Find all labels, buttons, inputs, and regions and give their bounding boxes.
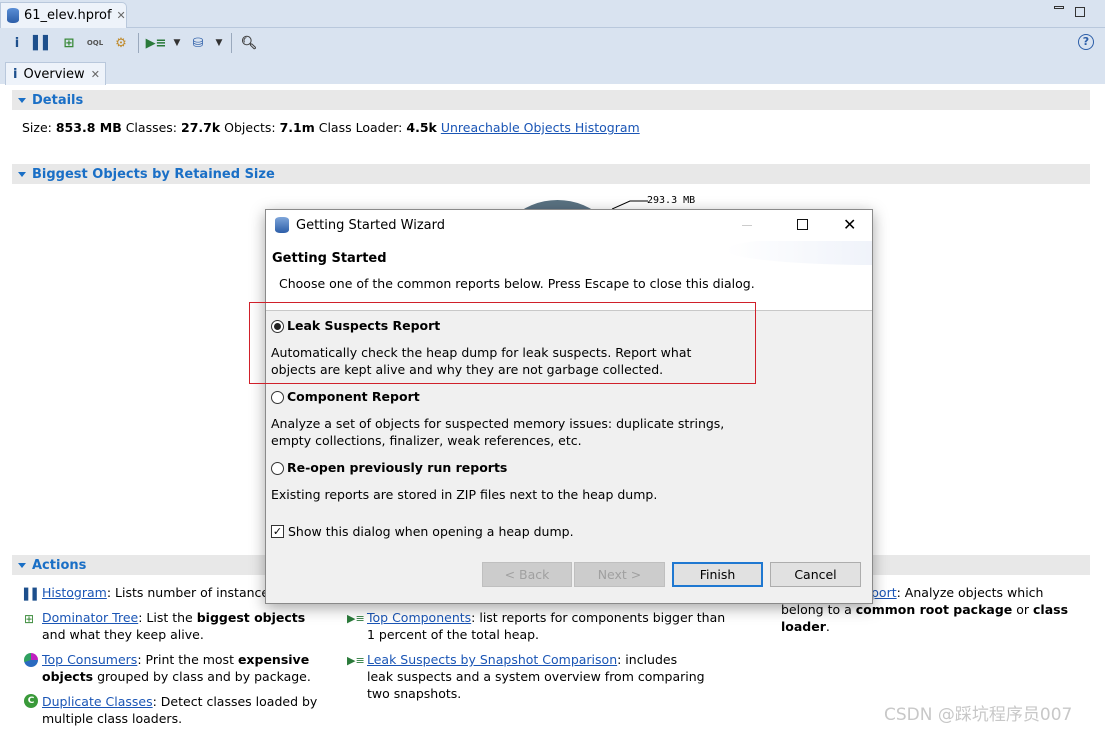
next-button[interactable]: Next > xyxy=(574,562,665,587)
histogram-icon[interactable]: ▌▌ xyxy=(33,34,53,52)
dropdown-icon[interactable]: ▼ xyxy=(215,34,223,52)
duplicate-classes-link[interactable]: Duplicate Classes xyxy=(42,694,153,709)
heap-dump-database-icon xyxy=(7,8,19,23)
component-report-radio[interactable] xyxy=(271,391,284,404)
histogram-icon: ▌▌ xyxy=(24,588,41,601)
histogram-link[interactable]: Histogram xyxy=(42,585,107,600)
section-title: Biggest Objects by Retained Size xyxy=(32,166,275,182)
view-tab-bar xyxy=(0,58,1105,84)
maximize-icon[interactable] xyxy=(797,219,808,230)
dialog-subtitle: Choose one of the common reports below. … xyxy=(279,276,755,291)
biggest-objects-section-header[interactable]: Biggest Objects by Retained Size xyxy=(12,164,1090,184)
close-icon[interactable]: ✕ xyxy=(117,9,126,22)
option-label[interactable]: Component Report xyxy=(287,389,420,404)
close-icon[interactable]: ✕ xyxy=(843,215,856,234)
editor-tab-hprof[interactable]: 61_elev.hprof ✕ xyxy=(0,2,127,28)
snapshot-comparison-link[interactable]: Leak Suspects by Snapshot Comparison xyxy=(367,652,617,667)
action-text: : Lists number of instances p xyxy=(106,585,288,600)
collapse-icon xyxy=(18,97,26,103)
checkbox-label[interactable]: Show this dialog when opening a heap dum… xyxy=(288,524,574,539)
dominator-tree-icon: ⊞ xyxy=(24,612,35,626)
action-duplicate-classes: C Duplicate Classes: Detect classes load… xyxy=(24,693,324,727)
finish-button[interactable]: Finish xyxy=(672,562,763,587)
watermark: CSDN @踩坑程序员007 xyxy=(884,705,1073,725)
collapse-icon xyxy=(18,171,26,177)
classes-value: 27.7k xyxy=(181,120,221,135)
loader-label: Class Loader: xyxy=(318,120,403,135)
top-consumers-link[interactable]: Top Consumers xyxy=(42,652,137,667)
details-summary: Size: 853.8 MB Classes: 27.7k Objects: 7… xyxy=(22,120,640,135)
info-icon[interactable]: i xyxy=(8,34,26,52)
dialog-title-bar[interactable]: Getting Started Wizard ✕ xyxy=(266,210,872,241)
pie-label: 293.3 MB xyxy=(647,195,696,206)
dropdown-icon[interactable]: ▼ xyxy=(173,34,181,52)
option-label[interactable]: Re-open previously run reports xyxy=(287,460,507,475)
gear-icon[interactable]: ⚙ xyxy=(112,34,130,52)
getting-started-dialog: Getting Started Wizard ✕ Getting Started… xyxy=(265,209,873,604)
run-report-icon: ▶≡ xyxy=(347,654,365,667)
show-dialog-checkbox-row[interactable]: ✓ Show this dialog when opening a heap d… xyxy=(271,524,574,539)
editor-tab-label: 61_elev.hprof xyxy=(24,8,112,23)
action-dominator-tree: ⊞ Dominator Tree: List the biggest objec… xyxy=(24,609,324,643)
unreachable-histogram-link[interactable]: Unreachable Objects Histogram xyxy=(441,120,640,135)
minimize-icon[interactable] xyxy=(742,225,752,226)
action-snapshot-comparison: ▶≡ Leak Suspects by Snapshot Comparison:… xyxy=(347,651,707,702)
toolbar-separator xyxy=(231,33,232,53)
show-dialog-checkbox[interactable]: ✓ xyxy=(271,525,284,538)
action-text: and what they keep alive. xyxy=(42,627,204,642)
details-section-header[interactable]: Details xyxy=(12,90,1090,110)
highlight-rectangle xyxy=(249,302,756,384)
help-icon[interactable]: ? xyxy=(1078,34,1094,50)
classes-label: Classes: xyxy=(125,120,178,135)
top-components-link[interactable]: Top Components xyxy=(367,610,471,625)
heap-dump-search-icon xyxy=(275,217,289,233)
maximize-icon[interactable] xyxy=(1075,7,1085,17)
action-text: or xyxy=(1012,602,1033,617)
section-title: Actions xyxy=(32,557,87,573)
pie-label-leader-line xyxy=(612,200,648,210)
cancel-button[interactable]: Cancel xyxy=(770,562,861,587)
reopen-reports-radio[interactable] xyxy=(271,462,284,475)
toolbar: i ▌▌ ⊞ OQL ⚙ ▶≡ ▼ ⛁ ▼ 🔍︎ xyxy=(0,28,1105,58)
loader-value: 4.5k xyxy=(406,120,437,135)
action-text: : Print the most xyxy=(137,652,238,667)
back-button[interactable]: < Back xyxy=(482,562,572,587)
run-report-icon: ▶≡ xyxy=(347,612,365,625)
action-text-bold: biggest objects xyxy=(196,610,306,625)
heap-dump-icon[interactable]: ⛁ xyxy=(189,34,207,52)
toolbar-separator xyxy=(138,33,139,53)
oql-icon[interactable]: OQL xyxy=(86,34,104,52)
dominator-tree-link[interactable]: Dominator Tree xyxy=(42,610,138,625)
search-icon[interactable]: 🔍︎ xyxy=(240,34,258,52)
action-top-consumers: Top Consumers: Print the most expensive … xyxy=(24,651,324,685)
option-description: Analyze a set of objects for suspected m… xyxy=(271,416,725,448)
objects-value: 7.1m xyxy=(279,120,315,135)
action-top-components: ▶≡ Top Components: list reports for comp… xyxy=(347,609,727,643)
collapse-icon xyxy=(18,562,26,568)
minimize-icon[interactable] xyxy=(1054,6,1064,9)
run-report-icon[interactable]: ▶≡ xyxy=(146,34,167,52)
component-report-link[interactable]: port xyxy=(871,585,897,600)
header-banner-graphic xyxy=(726,241,872,265)
tab-overview[interactable]: i Overview ✕ xyxy=(5,62,106,85)
tab-overview-label: Overview xyxy=(23,66,85,82)
action-text: grouped by class and by package. xyxy=(93,669,311,684)
action-text-bold: common root package xyxy=(855,602,1013,617)
class-icon: C xyxy=(24,694,38,708)
objects-label: Objects: xyxy=(224,120,276,135)
size-value: 853.8 MB xyxy=(55,120,122,135)
info-icon: i xyxy=(13,66,18,82)
pie-chart-icon xyxy=(24,653,38,667)
size-label: Size: xyxy=(22,120,52,135)
option-description: Existing reports are stored in ZIP files… xyxy=(271,487,658,502)
action-text: . xyxy=(825,619,830,634)
dialog-heading: Getting Started xyxy=(272,251,387,266)
close-icon[interactable]: ✕ xyxy=(91,68,100,81)
action-text: : List the xyxy=(138,610,197,625)
dialog-title: Getting Started Wizard xyxy=(296,218,445,233)
editor-tab-bar xyxy=(0,0,1105,28)
dominator-tree-icon[interactable]: ⊞ xyxy=(60,34,78,52)
dialog-header: Getting Started Choose one of the common… xyxy=(266,241,872,311)
section-title: Details xyxy=(32,92,84,108)
